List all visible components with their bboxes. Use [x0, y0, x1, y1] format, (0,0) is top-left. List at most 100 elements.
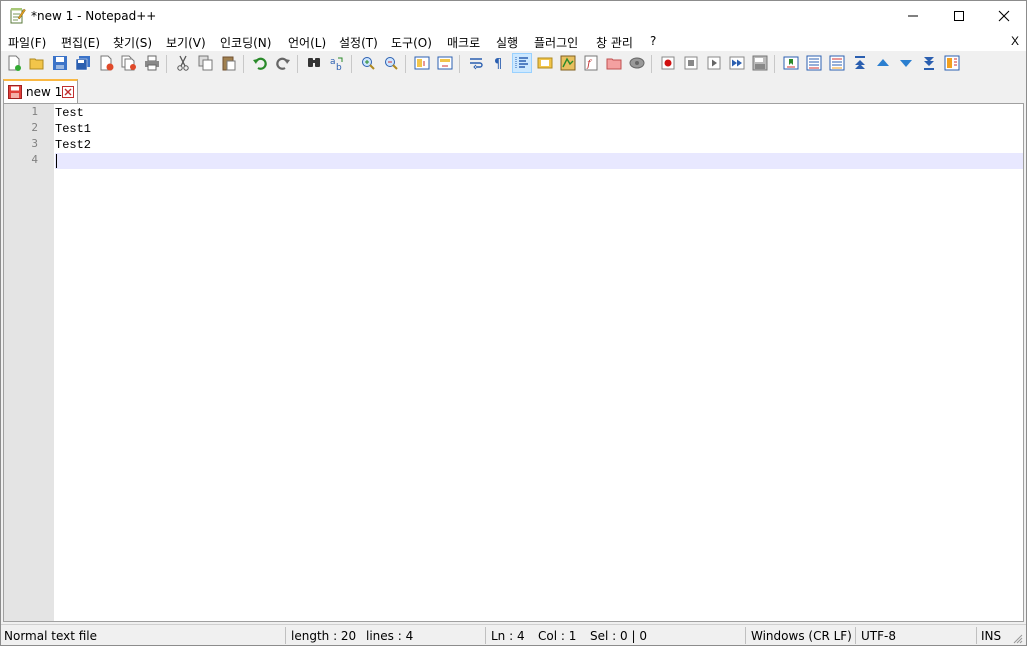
next-diff-icon [900, 60, 912, 67]
next-diff-button[interactable] [896, 53, 916, 73]
navigation-bar-button[interactable] [942, 53, 962, 73]
menu-plugins[interactable]: 플러그인 [534, 34, 578, 51]
status-separator [855, 627, 856, 644]
play-macro-button[interactable] [704, 53, 724, 73]
cut-icon [177, 55, 189, 71]
word-wrap-icon [470, 58, 483, 70]
window-title: *new 1 - Notepad++ [31, 9, 157, 23]
menu-file[interactable]: 파일(F) [8, 34, 46, 51]
menu-tools[interactable]: 도구(O) [391, 34, 432, 51]
monitoring-button[interactable] [627, 53, 647, 73]
zoom-in-button[interactable] [358, 53, 378, 73]
line-number: 2 [31, 121, 38, 134]
compare-button[interactable] [804, 53, 824, 73]
line-number: 1 [31, 105, 38, 118]
status-col: Col : 1 [538, 629, 577, 643]
record-macro-button[interactable] [658, 53, 678, 73]
find-button[interactable] [304, 53, 324, 73]
print-icon [145, 55, 159, 71]
paste-button[interactable] [219, 53, 239, 73]
status-separator [976, 627, 977, 644]
stop-macro-icon [684, 56, 698, 70]
close-file-button[interactable] [96, 53, 116, 73]
show-all-chars-button[interactable]: ¶ [489, 53, 509, 73]
folder-workspace-button[interactable] [604, 53, 624, 73]
menu-window[interactable]: 창 관리 [596, 34, 633, 51]
run-macro-multiple-button[interactable] [727, 53, 747, 73]
new-file-button[interactable] [4, 53, 24, 73]
record-macro-icon [661, 56, 675, 70]
function-list-button[interactable]: f [581, 53, 601, 73]
menu-close-doc[interactable]: X [1011, 34, 1019, 48]
menu-settings[interactable]: 설정(T) [339, 34, 378, 51]
indent-guide-button[interactable] [512, 53, 532, 73]
monitoring-icon [629, 57, 645, 69]
menu-search[interactable]: 찾기(S) [113, 34, 152, 51]
doc-map-icon [560, 55, 576, 71]
tab-new-1[interactable]: new 1 [3, 79, 78, 103]
stop-macro-button[interactable] [681, 53, 701, 73]
udl-button[interactable] [535, 53, 555, 73]
prev-diff-button[interactable] [873, 53, 893, 73]
close-all-button[interactable] [119, 53, 139, 73]
play-macro-icon [707, 56, 721, 70]
svg-text:a: a [330, 57, 336, 67]
paste-icon [222, 56, 236, 71]
function-list-icon: f [584, 55, 598, 71]
editor-area[interactable]: 1 2 3 4 Test Test1 Test2 [3, 103, 1024, 622]
toolbar-separator [651, 55, 652, 73]
menu-help[interactable]: ? [650, 34, 656, 48]
compare-clear-icon [829, 55, 845, 71]
bookmark-button[interactable] [781, 53, 801, 73]
redo-button[interactable] [273, 53, 293, 73]
status-insert-mode[interactable]: INS [981, 629, 1001, 643]
minimize-button[interactable] [890, 1, 936, 31]
doc-map-button[interactable] [558, 53, 578, 73]
undo-button[interactable] [250, 53, 270, 73]
first-diff-button[interactable] [850, 53, 870, 73]
open-file-button[interactable] [27, 53, 47, 73]
maximize-button[interactable] [936, 1, 982, 31]
menu-macro[interactable]: 매크로 [447, 34, 480, 51]
status-eol[interactable]: Windows (CR LF) [751, 629, 852, 643]
menu-bar: 파일(F) 편집(E) 찾기(S) 보기(V) 인코딩(N) 언어(L) 설정(… [1, 31, 1026, 51]
toolbar-separator [459, 55, 460, 73]
line-number: 4 [31, 153, 38, 166]
code-line[interactable]: Test1 [55, 121, 91, 137]
menu-view[interactable]: 보기(V) [166, 34, 206, 51]
current-line-highlight [55, 153, 1023, 169]
replace-button[interactable]: ab [327, 53, 347, 73]
menu-edit[interactable]: 편집(E) [61, 34, 100, 51]
title-bar[interactable]: *new 1 - Notepad++ [1, 1, 1026, 31]
code-line[interactable]: Test [55, 105, 84, 121]
last-diff-button[interactable] [919, 53, 939, 73]
compare-clear-button[interactable] [827, 53, 847, 73]
open-file-icon [29, 58, 44, 70]
copy-icon [198, 55, 213, 71]
menu-run[interactable]: 실행 [496, 34, 518, 51]
save-all-button[interactable] [73, 53, 93, 73]
close-window-button[interactable] [981, 1, 1027, 31]
toolbar-separator [405, 55, 406, 73]
code-line[interactable]: Test2 [55, 137, 91, 153]
status-separator [285, 627, 286, 644]
tab-bar: new 1 [1, 77, 1026, 103]
status-encoding[interactable]: UTF-8 [861, 629, 896, 643]
word-wrap-button[interactable] [466, 53, 486, 73]
menu-language[interactable]: 언어(L) [288, 34, 326, 51]
new-file-icon [8, 55, 21, 71]
zoom-out-button[interactable] [381, 53, 401, 73]
save-macro-button[interactable] [750, 53, 770, 73]
print-button[interactable] [142, 53, 162, 73]
sync-vertical-button[interactable] [412, 53, 432, 73]
toolbar-separator [297, 55, 298, 73]
sync-horizontal-button[interactable] [435, 53, 455, 73]
menu-encoding[interactable]: 인코딩(N) [220, 34, 271, 51]
show-all-chars-icon: ¶ [494, 57, 502, 71]
tab-label: new 1 [26, 85, 63, 99]
resize-grip-icon[interactable] [1013, 634, 1023, 644]
copy-button[interactable] [196, 53, 216, 73]
save-button[interactable] [50, 53, 70, 73]
tab-close-icon[interactable] [62, 86, 74, 98]
cut-button[interactable] [173, 53, 193, 73]
